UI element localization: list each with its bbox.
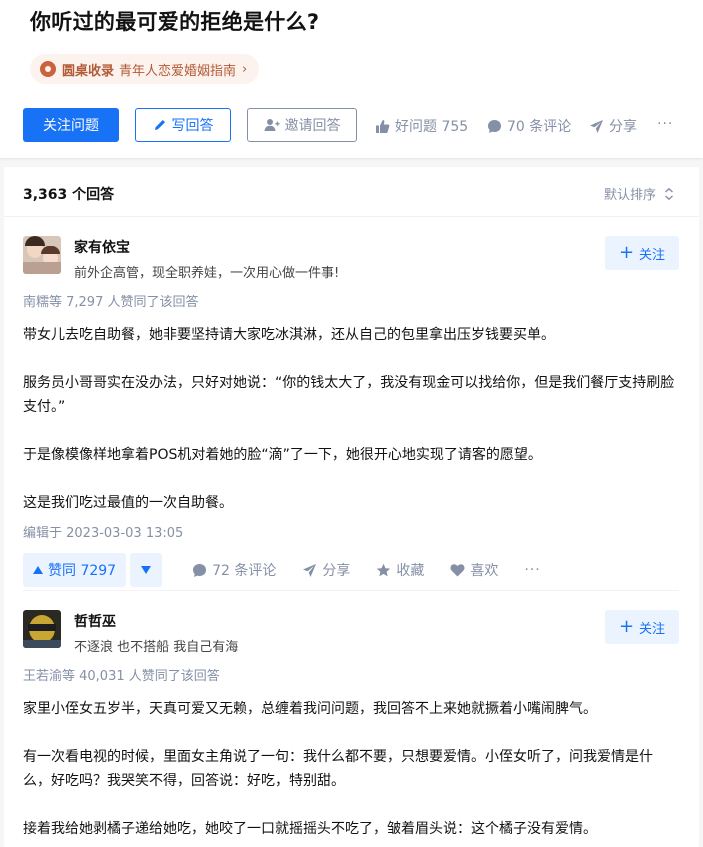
answer-paragraph: 于是像模像样地拿着POS机对着她的脸“滴”了一下，她很开心地实现了请客的愿望。: [23, 447, 542, 463]
like-label: 喜欢: [470, 563, 499, 579]
author-info: 家有依宝 前外企高管，现全职养娃，一次用心做一件事!: [74, 236, 339, 281]
write-answer-button[interactable]: 写回答: [135, 108, 231, 142]
edit-timestamp[interactable]: 编辑于 2023-03-03 13:05: [23, 522, 679, 541]
answer-list-header: 3,363 个回答 默认排序: [4, 167, 699, 217]
invite-user-icon: [264, 119, 279, 131]
answer-author: 家有依宝 前外企高管，现全职养娃，一次用心做一件事! + 关注: [23, 236, 679, 281]
follow-question-button[interactable]: 关注问题: [23, 108, 119, 142]
pencil-icon: [154, 120, 165, 130]
answer-item: 家有依宝 前外企高管，现全职养娃，一次用心做一件事! + 关注 南糯等 7,29…: [23, 236, 679, 587]
answer-actions: 赞同 7297 72 条评论 分享 收藏 喜欢 ···: [23, 553, 679, 587]
question-comments-label: 70 条评论: [507, 119, 572, 135]
collect-label: 收藏: [396, 563, 425, 579]
answer-item: 哲哲巫 不逐浪 也不搭船 我自己有海 + 关注 王若渝等 40,031 人赞同了…: [23, 610, 679, 841]
heart-icon: [450, 564, 465, 577]
like-button[interactable]: 喜欢: [450, 560, 498, 580]
question-title: 你听过的最可爱的拒绝是什么?: [30, 10, 320, 34]
roundtable-topic-name: 青年人恋爱婚姻指南: [119, 63, 237, 79]
more-icon[interactable]: ···: [657, 116, 673, 132]
roundtable-topic-link[interactable]: 圆桌收录 青年人恋爱婚姻指南 ›: [30, 54, 260, 84]
answer-more-icon[interactable]: ···: [524, 562, 540, 578]
sort-chevron-icon: [665, 187, 673, 200]
answer-paragraph: 这是我们吃过最值的一次自助餐。: [23, 495, 233, 511]
answer-author: 哲哲巫 不逐浪 也不搭船 我自己有海 + 关注: [23, 610, 679, 655]
chevron-right-icon: ›: [242, 61, 248, 77]
plus-icon: +: [618, 616, 635, 637]
answer-list: 3,363 个回答 默认排序 家有依宝 前外企高管，现全职养娃，一次用心做一件事…: [4, 167, 699, 847]
answer-share-label: 分享: [322, 563, 351, 579]
share-icon: [303, 563, 317, 577]
good-question-button[interactable]: 好问题 755: [375, 116, 468, 136]
question-share-label: 分享: [609, 119, 637, 135]
collect-button[interactable]: 收藏: [376, 560, 424, 580]
answer-comments-button[interactable]: 72 条评论: [192, 560, 276, 580]
author-name[interactable]: 家有依宝: [74, 237, 339, 257]
answer-paragraph: 接着我给她剥橘子递给她吃，她咬了一口就摇摇头不吃了，皱着眉头说：这个橘子没有爱情…: [23, 821, 597, 837]
answer-divider: [23, 590, 679, 591]
answer-paragraph: 家里小侄女五岁半，天真可爱又无赖，总缠着我问问题，我回答不上来她就撅着小嘴闹脾气…: [23, 701, 597, 717]
author-info: 哲哲巫 不逐浪 也不搭船 我自己有海: [74, 610, 238, 655]
answer-content: 带女儿去吃自助餐，她非要坚持请大家吃冰淇淋，还从自己的包里拿出压岁钱要买单。 服…: [23, 323, 679, 515]
answer-content: 家里小侄女五岁半，天真可爱又无赖，总缠着我问问题，我回答不上来她就撅着小嘴闹脾气…: [23, 697, 679, 841]
roundtable-brand: 圆桌收录: [62, 63, 115, 79]
sort-dropdown[interactable]: 默认排序: [604, 184, 675, 203]
follow-author-label: 关注: [639, 621, 666, 637]
sort-label: 默认排序: [603, 188, 656, 203]
thumbs-up-icon: [376, 119, 390, 133]
author-bio: 前外企高管，现全职养娃，一次用心做一件事!: [74, 266, 340, 281]
question-header: 你听过的最可爱的拒绝是什么? 圆桌收录 青年人恋爱婚姻指南 › 关注问题 写回答…: [0, 0, 703, 158]
voters-summary[interactable]: 南糯等 7,297 人赞同了该回答: [23, 291, 679, 310]
triangle-down-icon: [141, 566, 152, 574]
question-share-button[interactable]: 分享: [589, 116, 637, 136]
comment-icon: [193, 563, 207, 577]
follow-author-button[interactable]: + 关注: [605, 610, 679, 644]
upvote-button[interactable]: 赞同 7297: [23, 553, 127, 587]
invite-answer-label: 邀请回答: [284, 118, 341, 134]
answer-paragraph: 服务员小哥哥实在没办法，只好对她说：“你的钱太大了，我没有现金可以找给你，但是我…: [23, 375, 675, 415]
share-icon: [590, 119, 603, 133]
question-comments-button[interactable]: 70 条评论: [487, 116, 571, 136]
invite-answer-button[interactable]: 邀请回答: [247, 108, 357, 142]
avatar[interactable]: [23, 236, 61, 274]
comment-icon: [488, 119, 501, 133]
good-question-label: 好问题 755: [395, 119, 469, 135]
answer-share-button[interactable]: 分享: [302, 560, 350, 580]
answer-count: 3,363 个回答: [23, 187, 115, 203]
star-icon: [377, 563, 391, 576]
answer-paragraph: 带女儿去吃自助餐，她非要坚持请大家吃冰淇淋，还从自己的包里拿出压岁钱要买单。: [23, 327, 555, 343]
follow-author-button[interactable]: + 关注: [605, 236, 679, 270]
voters-summary[interactable]: 王若渝等 40,031 人赞同了该回答: [23, 665, 679, 684]
write-answer-label: 写回答: [171, 118, 214, 134]
plus-icon: +: [618, 242, 635, 263]
triangle-up-icon: [33, 566, 43, 574]
downvote-button[interactable]: [130, 553, 163, 587]
answer-paragraph: 有一次看电视的时候，里面女主角说了一句：我什么都不要，只想要爱情。小侄女听了，问…: [23, 749, 653, 789]
answer-comments-label: 72 条评论: [212, 563, 277, 579]
author-bio: 不逐浪 也不搭船 我自己有海: [74, 640, 239, 655]
follow-author-label: 关注: [639, 247, 666, 263]
upvote-label: 赞同 7297: [48, 563, 117, 579]
author-name[interactable]: 哲哲巫: [74, 611, 238, 631]
avatar[interactable]: [23, 610, 61, 648]
roundtable-logo-icon: [40, 61, 56, 77]
